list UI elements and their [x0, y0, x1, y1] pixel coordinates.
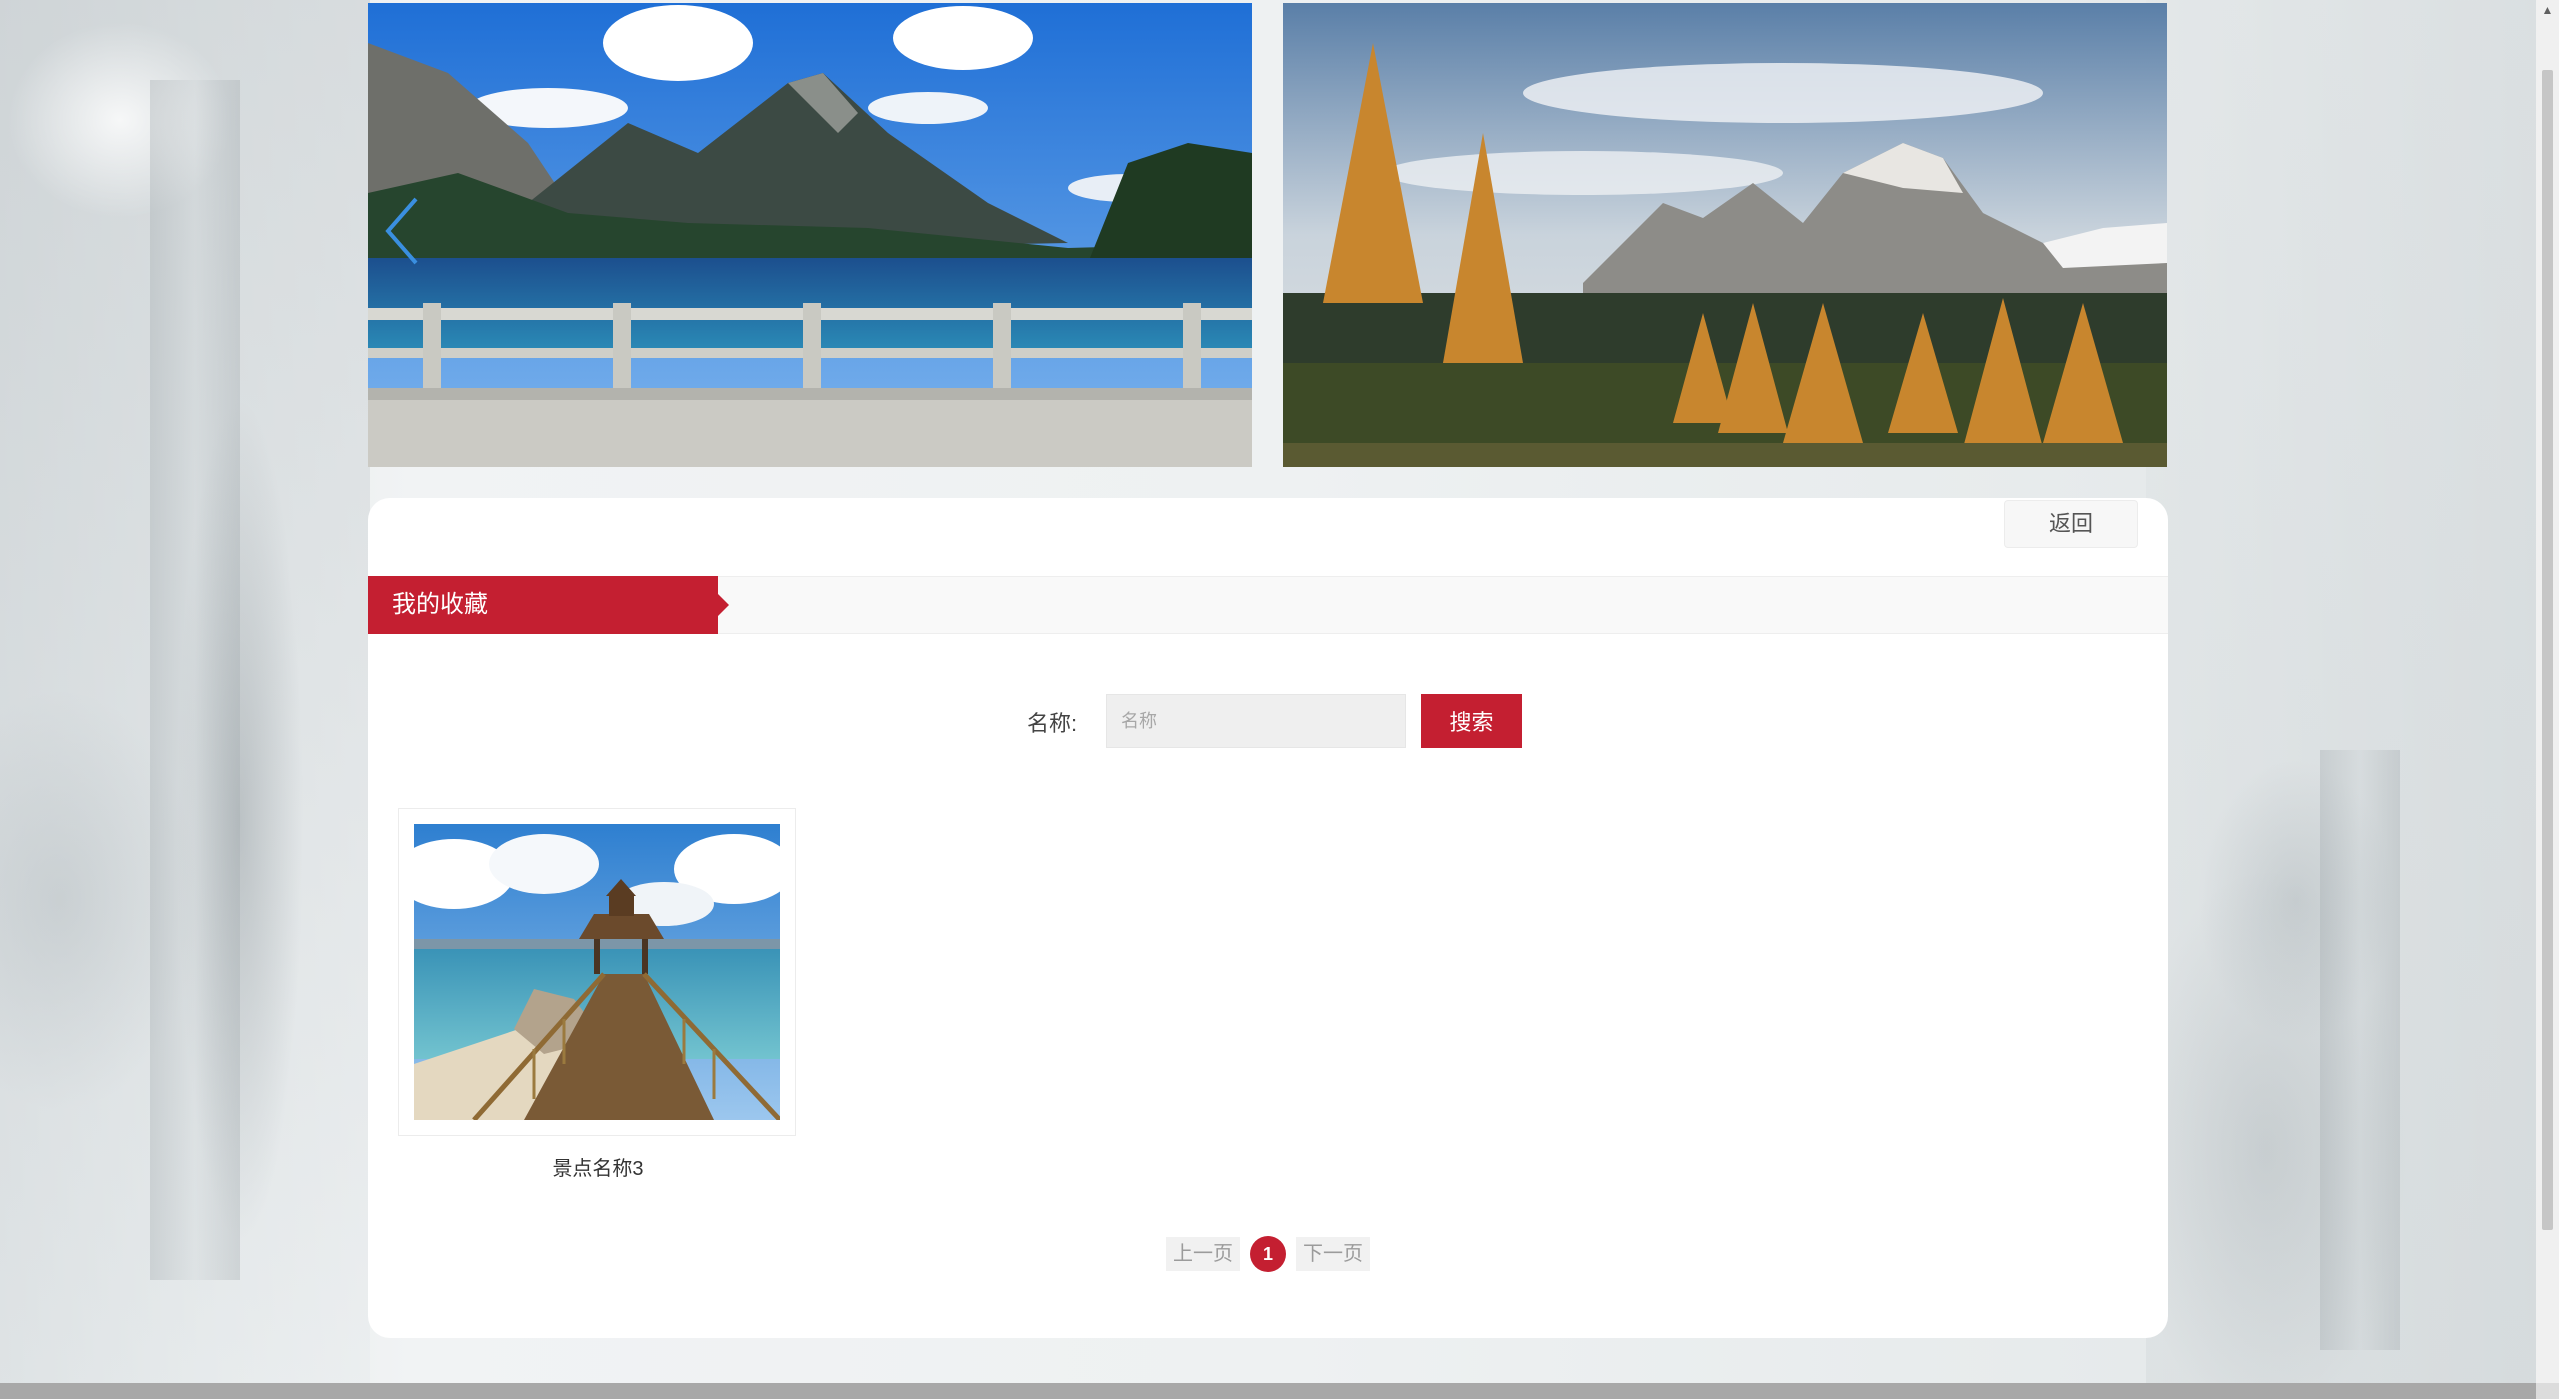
- banner-image-mountain-lake: [368, 3, 1252, 467]
- pagination-page-current[interactable]: 1: [1250, 1236, 1286, 1272]
- vertical-scrollbar[interactable]: ▲: [2536, 0, 2559, 1383]
- search-form: 名称: 搜索: [368, 694, 2168, 750]
- background-pillar: [2320, 750, 2400, 1350]
- section-title: 我的收藏: [368, 576, 729, 634]
- scroll-up-arrow-icon[interactable]: ▲: [2536, 0, 2559, 20]
- scrollbar-thumb[interactable]: [2542, 70, 2553, 1230]
- carousel-prev-button[interactable]: [382, 195, 422, 267]
- search-input[interactable]: [1106, 694, 1406, 748]
- scrollbar-corner: [2536, 1383, 2559, 1399]
- banner-carousel: [368, 3, 2167, 467]
- banner-image-autumn-mountains: [1283, 3, 2167, 467]
- banner-slide[interactable]: [368, 3, 1252, 467]
- search-button[interactable]: 搜索: [1421, 694, 1522, 748]
- favorite-card-image[interactable]: [414, 824, 780, 1120]
- horizontal-scrollbar[interactable]: [0, 1383, 2536, 1399]
- favorite-card-frame: [398, 808, 796, 1136]
- pagination-prev-button[interactable]: 上一页: [1166, 1237, 1240, 1271]
- favorite-card-name[interactable]: 景点名称3: [398, 1152, 798, 1181]
- pagination-next-button[interactable]: 下一页: [1296, 1237, 1370, 1271]
- back-button[interactable]: 返回: [2004, 500, 2138, 548]
- section-header: 我的收藏: [368, 576, 2168, 634]
- pagination: 上一页 1 下一页: [368, 1236, 2168, 1274]
- favorites-panel: 返回 我的收藏 名称: 搜索: [368, 498, 2168, 1338]
- chevron-left-icon: [385, 197, 418, 265]
- favorite-card[interactable]: 景点名称3: [398, 808, 798, 1181]
- background-pillar: [150, 80, 240, 1280]
- banner-slide[interactable]: [1283, 3, 2167, 467]
- search-label: 名称:: [1027, 711, 1078, 736]
